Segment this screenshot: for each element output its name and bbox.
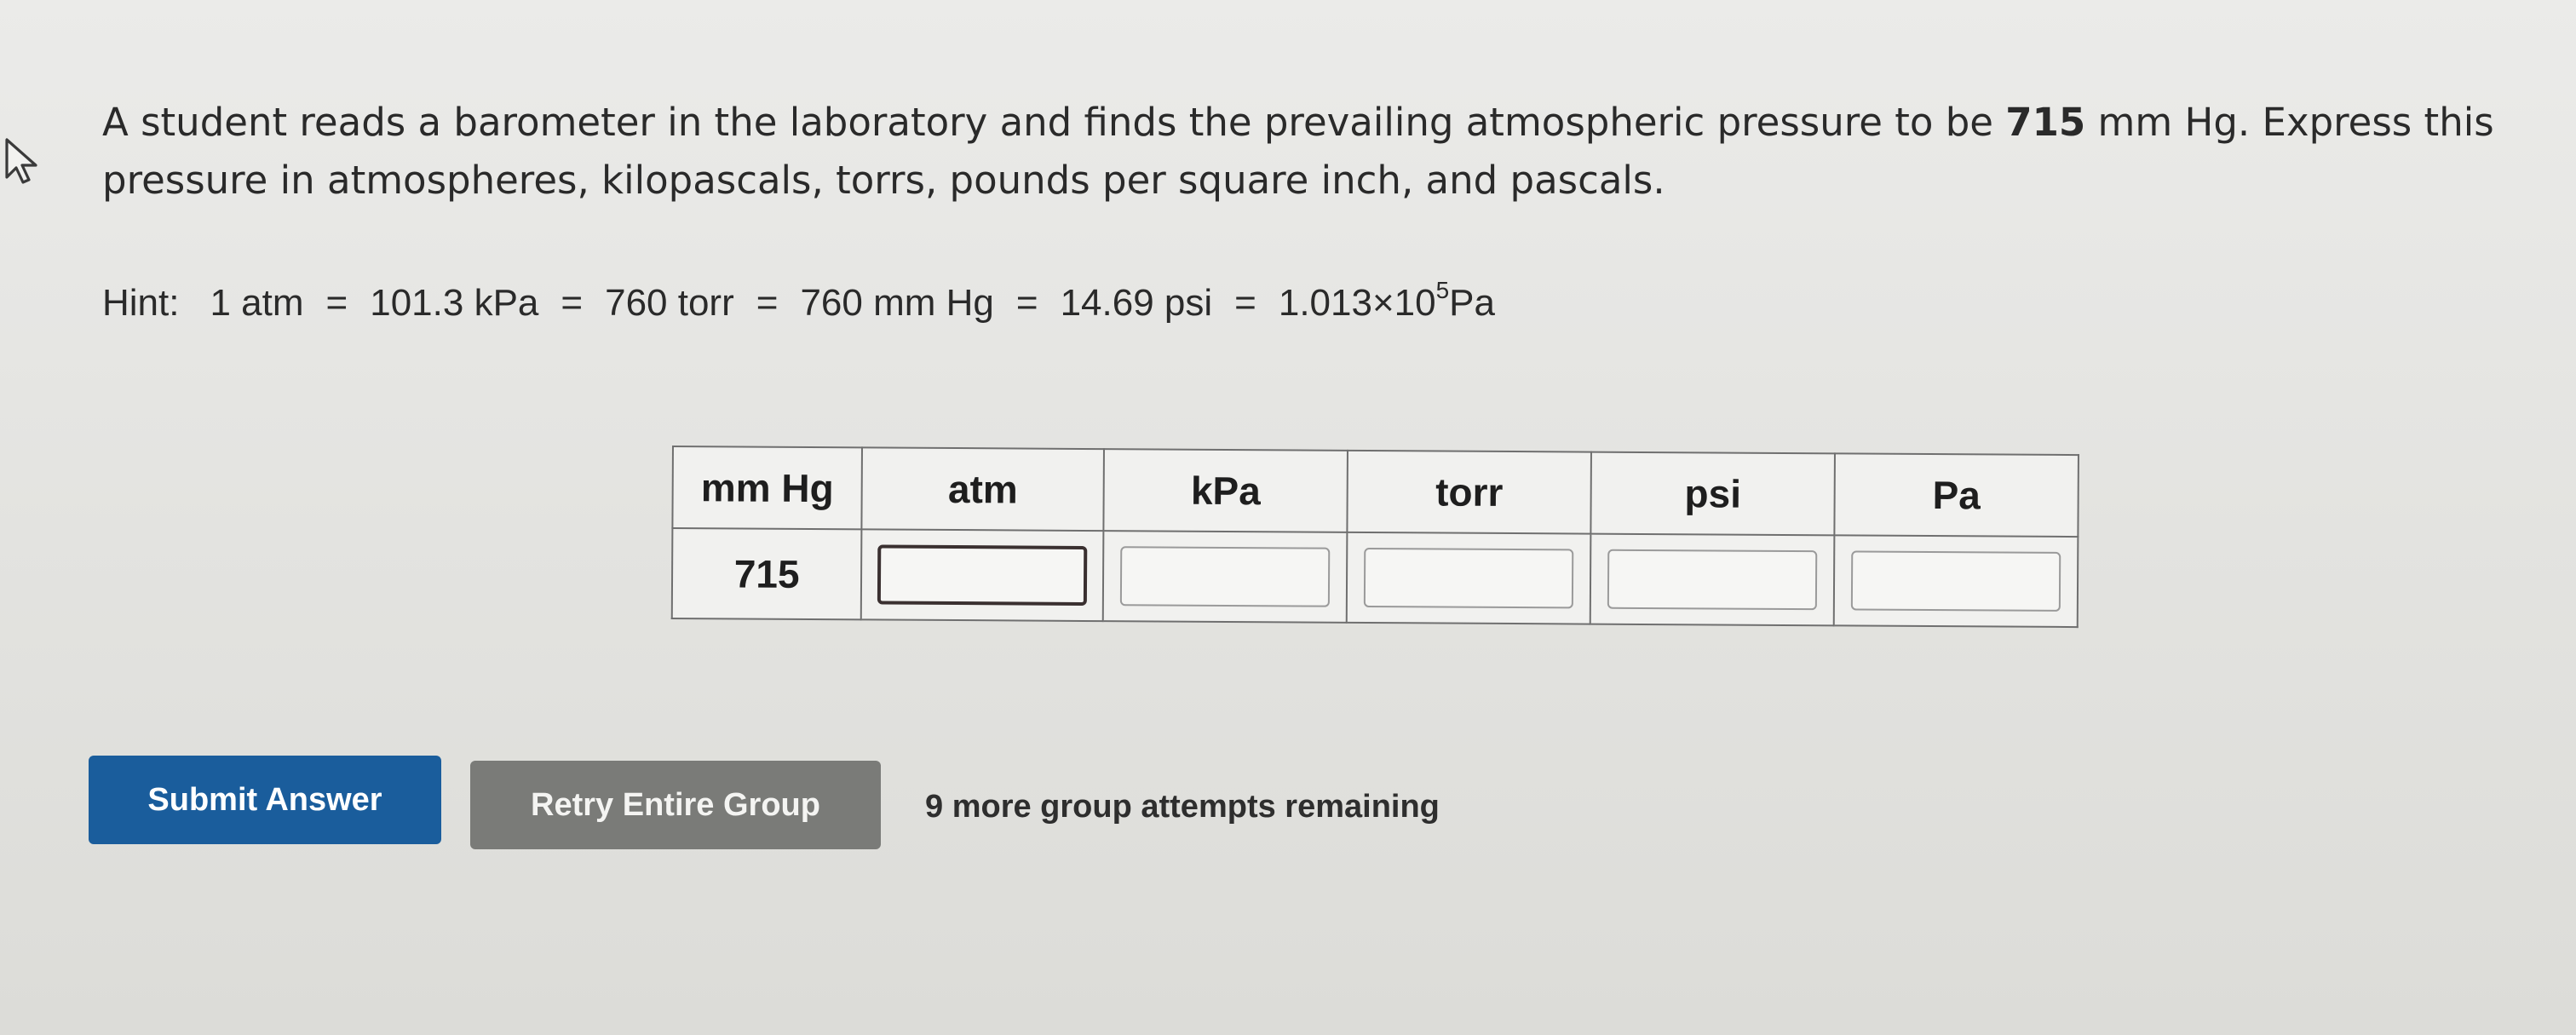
hint-line: Hint: 1 atm = 101.3 kPa = 760 torr = 760 mm Hg =… [102,277,1495,325]
cell-torr [1346,532,1591,624]
table-header-row: mm Hg atm kPa torr psi Pa [672,446,2079,538]
conversion-table: mm Hg atm kPa torr psi Pa 715 [670,446,2079,629]
cell-kpa [1102,531,1348,623]
retry-entire-group-button[interactable]: Retry Entire Group [470,761,881,849]
cell-pa [1833,535,2079,628]
hint-equals: = [325,282,348,324]
question-text: A student reads a barometer in the labor… [102,94,2573,210]
header-psi: psi [1590,451,1835,536]
hint-mmhg: 760 mm Hg [800,282,994,324]
given-mmhg-value: 715 [671,528,862,620]
attempts-remaining-text: 9 more group attempts remaining [925,789,1440,825]
hint-pa-base: 1.013×10 [1278,282,1436,324]
pa-input[interactable] [1850,550,2061,612]
kpa-input[interactable] [1120,546,1331,607]
hint-label: Hint: [102,282,180,324]
psi-input[interactable] [1607,549,1818,611]
table-row: 715 [671,528,2079,628]
hint-equals: = [756,282,779,324]
header-kpa: kPa [1103,449,1348,532]
header-atm: atm [861,447,1105,532]
hint-psi: 14.69 psi [1060,282,1213,324]
cell-psi [1590,533,1835,626]
hint-equals: = [561,282,584,324]
hint-pa-exponent: 5 [1435,277,1450,303]
atm-input[interactable] [877,544,1088,606]
header-torr: torr [1347,450,1592,534]
hint-torr: 760 torr [605,282,734,324]
hint-pa: 1.013×105 Pa [1279,277,1495,325]
hint-equals: = [1234,282,1256,324]
question-pressure-value: 715 [2005,100,2086,145]
hint-pa-unit: Pa [1449,282,1495,324]
mouse-pointer-icon [5,138,37,184]
submit-answer-button[interactable]: Submit Answer [89,756,441,844]
hint-equals: = [1015,282,1038,324]
question-text-before: A student reads a barometer in the labor… [102,100,2006,145]
header-pa: Pa [1834,453,2079,538]
cell-atm [860,529,1104,622]
header-mmhg: mm Hg [672,446,863,530]
torr-input[interactable] [1363,547,1574,609]
hint-kpa: 101.3 kPa [370,282,539,324]
hint-atm: 1 atm [210,282,304,324]
